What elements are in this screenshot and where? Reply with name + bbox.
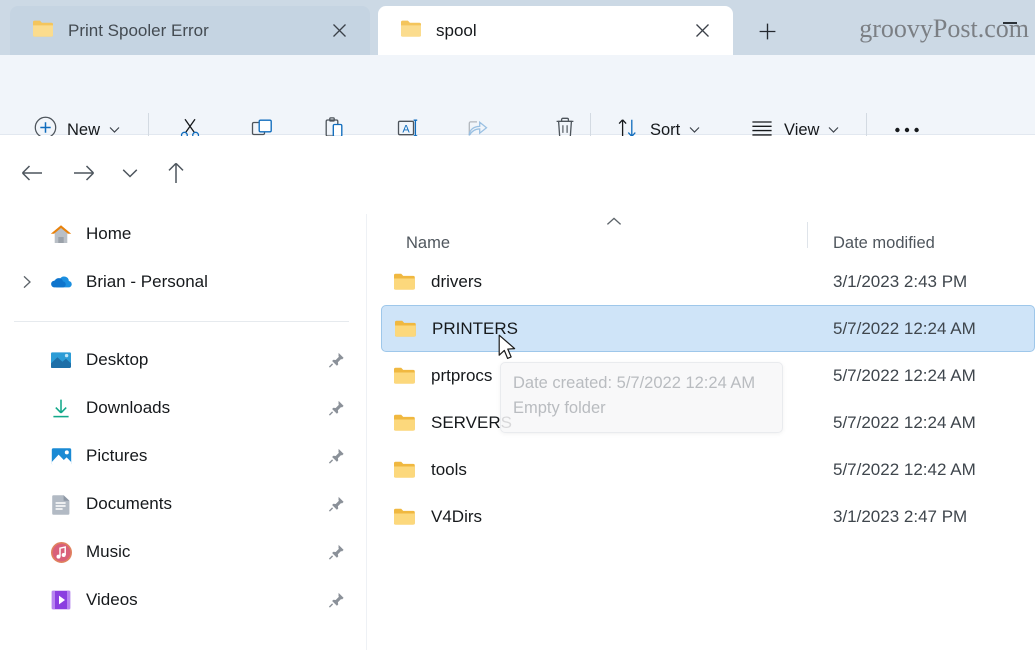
tab-spool[interactable]: spool xyxy=(378,6,733,55)
download-icon xyxy=(50,397,72,419)
sidebar-item-label: Music xyxy=(86,542,131,561)
sidebar-item-label: Desktop xyxy=(86,350,149,369)
column-headers: Name Date modified xyxy=(367,210,1035,258)
folder-icon xyxy=(32,19,54,43)
forward-button[interactable] xyxy=(66,155,102,191)
pin-icon[interactable] xyxy=(328,448,345,465)
folder-icon xyxy=(393,366,416,385)
tab-label: Print Spooler Error xyxy=(68,20,209,40)
file-date-modified: 5/7/2022 12:24 AM xyxy=(833,365,976,385)
minimize-button[interactable] xyxy=(993,8,1027,24)
folder-icon xyxy=(400,19,422,43)
folder-icon xyxy=(393,460,416,479)
folder-icon xyxy=(394,319,417,338)
file-name: prtprocs xyxy=(431,365,493,385)
up-button[interactable] xyxy=(158,155,194,191)
sidebar-item-label: Pictures xyxy=(86,446,148,465)
pin-icon[interactable] xyxy=(328,544,345,561)
close-icon[interactable] xyxy=(689,18,715,44)
file-date-modified: 5/7/2022 12:42 AM xyxy=(833,459,976,479)
sidebar-item-brian-personal[interactable]: Brian - Personal xyxy=(8,258,359,306)
file-name: tools xyxy=(431,459,467,479)
desktop-icon xyxy=(50,349,72,371)
close-icon[interactable] xyxy=(326,18,352,44)
sidebar-divider xyxy=(14,321,349,322)
address-bar-row: « OS (C:) › Windows › System32 › spool xyxy=(0,136,1035,335)
table-row[interactable]: V4Dirs 3/1/2023 2:47 PM xyxy=(381,493,1035,540)
sort-ascending-icon xyxy=(606,213,622,229)
folder-icon xyxy=(393,413,416,432)
tab-label: spool xyxy=(436,20,477,40)
back-button[interactable] xyxy=(14,155,50,191)
file-explorer-window: Print Spooler Error spool groovyPost.com xyxy=(0,0,1035,656)
sidebar-item-desktop[interactable]: Desktop xyxy=(8,336,359,384)
file-name: PRINTERS xyxy=(432,318,518,338)
pin-icon[interactable] xyxy=(328,400,345,417)
file-name: V4Dirs xyxy=(431,506,483,526)
pin-icon[interactable] xyxy=(328,592,345,609)
command-bar: New A Sort View xyxy=(0,55,1035,147)
file-date-modified: 3/1/2023 2:47 PM xyxy=(833,506,968,526)
title-bar: Print Spooler Error spool groovyPost.com xyxy=(0,0,1035,55)
pictures-icon xyxy=(50,445,72,467)
tab-print-spooler-error[interactable]: Print Spooler Error xyxy=(10,6,370,55)
file-date-modified: 5/7/2022 12:24 AM xyxy=(833,318,976,338)
file-date-modified: 3/1/2023 2:43 PM xyxy=(833,271,968,291)
sidebar-item-videos[interactable]: Videos xyxy=(8,576,359,624)
column-header-name[interactable]: Name xyxy=(406,234,450,253)
tooltip-empty-folder: Empty folder xyxy=(513,399,606,417)
tooltip-date-created: Date created: 5/7/2022 12:24 AM xyxy=(513,374,756,392)
sidebar-item-label: Home xyxy=(86,224,132,243)
table-row[interactable]: PRINTERS 5/7/2022 12:24 AM xyxy=(381,305,1035,352)
table-row[interactable]: tools 5/7/2022 12:42 AM xyxy=(381,446,1035,493)
sidebar-item-home[interactable]: Home xyxy=(8,210,359,258)
table-row[interactable]: drivers 3/1/2023 2:43 PM xyxy=(381,258,1035,305)
folder-tooltip: Date created: 5/7/2022 12:24 AM Empty fo… xyxy=(500,362,783,433)
chevron-right-icon[interactable] xyxy=(16,271,38,293)
documents-icon xyxy=(50,493,72,515)
file-list-pane: Name Date modified drivers 3/1/2023 2:43… xyxy=(367,210,1035,656)
music-icon xyxy=(50,541,72,563)
folder-icon xyxy=(393,507,416,526)
column-header-date-modified[interactable]: Date modified xyxy=(833,234,935,253)
sidebar-item-music[interactable]: Music xyxy=(8,528,359,576)
home-icon xyxy=(50,223,72,245)
onedrive-icon xyxy=(50,271,72,293)
sidebar-item-label: Videos xyxy=(86,590,138,609)
sidebar-item-label: Brian - Personal xyxy=(86,272,208,291)
navigation-pane: Home Brian - Personal Desktop Downloads … xyxy=(0,210,367,656)
chevron-down-icon xyxy=(828,126,839,134)
videos-icon xyxy=(50,589,72,611)
file-date-modified: 5/7/2022 12:24 AM xyxy=(833,412,976,432)
sidebar-item-documents[interactable]: Documents xyxy=(8,480,359,528)
sidebar-item-downloads[interactable]: Downloads xyxy=(8,384,359,432)
sidebar-item-label: Downloads xyxy=(86,398,171,417)
minimize-icon xyxy=(1003,22,1017,24)
folder-icon xyxy=(393,272,416,291)
pin-icon[interactable] xyxy=(328,352,345,369)
pin-icon[interactable] xyxy=(328,496,345,513)
sidebar-item-pictures[interactable]: Pictures xyxy=(8,432,359,480)
file-name: drivers xyxy=(431,271,483,291)
chevron-down-icon xyxy=(689,126,700,134)
new-tab-button[interactable] xyxy=(752,16,782,46)
column-divider[interactable] xyxy=(807,222,808,248)
chevron-down-icon xyxy=(109,126,120,134)
svg-text:A: A xyxy=(402,123,410,135)
sidebar-item-label: Documents xyxy=(86,494,172,513)
recent-locations-button[interactable] xyxy=(112,155,148,191)
